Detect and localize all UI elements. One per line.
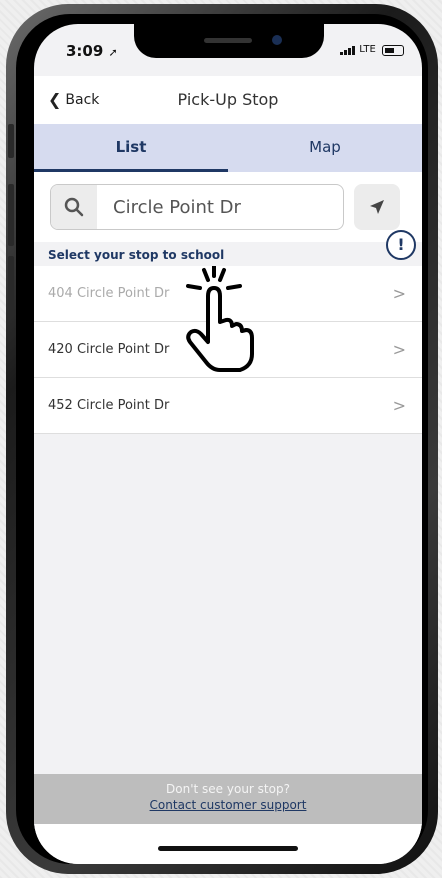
- current-location-button[interactable]: [354, 184, 400, 230]
- speaker: [204, 38, 252, 43]
- tab-bar: List Map: [34, 124, 422, 172]
- home-indicator-area: [34, 824, 422, 864]
- search-icon[interactable]: [51, 185, 97, 229]
- stop-label: 404 Circle Point Dr: [48, 286, 170, 301]
- tap-hand-icon: [186, 266, 254, 372]
- phone-frame: 3:09 ➚ LTE ❮ Back Pick-Up Stop List Map …: [6, 4, 438, 874]
- search-row: [34, 172, 422, 242]
- camera: [272, 35, 282, 45]
- mute-switch: [8, 124, 14, 158]
- signal-indicator: LTE: [340, 44, 376, 55]
- chevron-right-icon: >: [392, 284, 406, 303]
- search-input[interactable]: [113, 185, 333, 229]
- support-footer: Don't see your stop? Contact customer su…: [34, 774, 422, 824]
- home-indicator[interactable]: [158, 846, 298, 851]
- status-bar: 3:09 ➚ LTE: [34, 24, 422, 76]
- info-icon[interactable]: !: [386, 230, 416, 260]
- stop-label: 420 Circle Point Dr: [48, 342, 170, 357]
- signal-bars-icon: [340, 44, 359, 55]
- navigation-bar: ❮ Back Pick-Up Stop: [34, 76, 422, 124]
- page: 3:09 ➚ LTE ❮ Back Pick-Up Stop List Map …: [0, 0, 442, 878]
- tab-map[interactable]: Map: [228, 124, 422, 172]
- notch: [134, 24, 324, 58]
- list-header: Select your stop to school: [34, 242, 422, 266]
- tab-list[interactable]: List: [34, 124, 228, 172]
- page-title: Pick-Up Stop: [177, 90, 279, 109]
- carrier-label: LTE: [359, 44, 376, 55]
- contact-support-link[interactable]: Contact customer support: [34, 798, 422, 812]
- volume-up-button: [8, 184, 14, 246]
- search-box: [50, 184, 344, 230]
- volume-down-button: [8, 256, 14, 318]
- list-item[interactable]: 452 Circle Point Dr >: [34, 378, 422, 434]
- location-arrow-icon: ➚: [108, 46, 118, 59]
- screen: 3:09 ➚ LTE ❮ Back Pick-Up Stop List Map …: [34, 24, 422, 864]
- battery-icon: [382, 45, 404, 56]
- footer-question: Don't see your stop?: [166, 782, 290, 796]
- location-arrow-icon: [370, 200, 384, 214]
- stop-label: 452 Circle Point Dr: [48, 398, 170, 413]
- chevron-right-icon: >: [392, 340, 406, 359]
- chevron-right-icon: >: [392, 396, 406, 415]
- status-time: 3:09 ➚: [66, 42, 118, 60]
